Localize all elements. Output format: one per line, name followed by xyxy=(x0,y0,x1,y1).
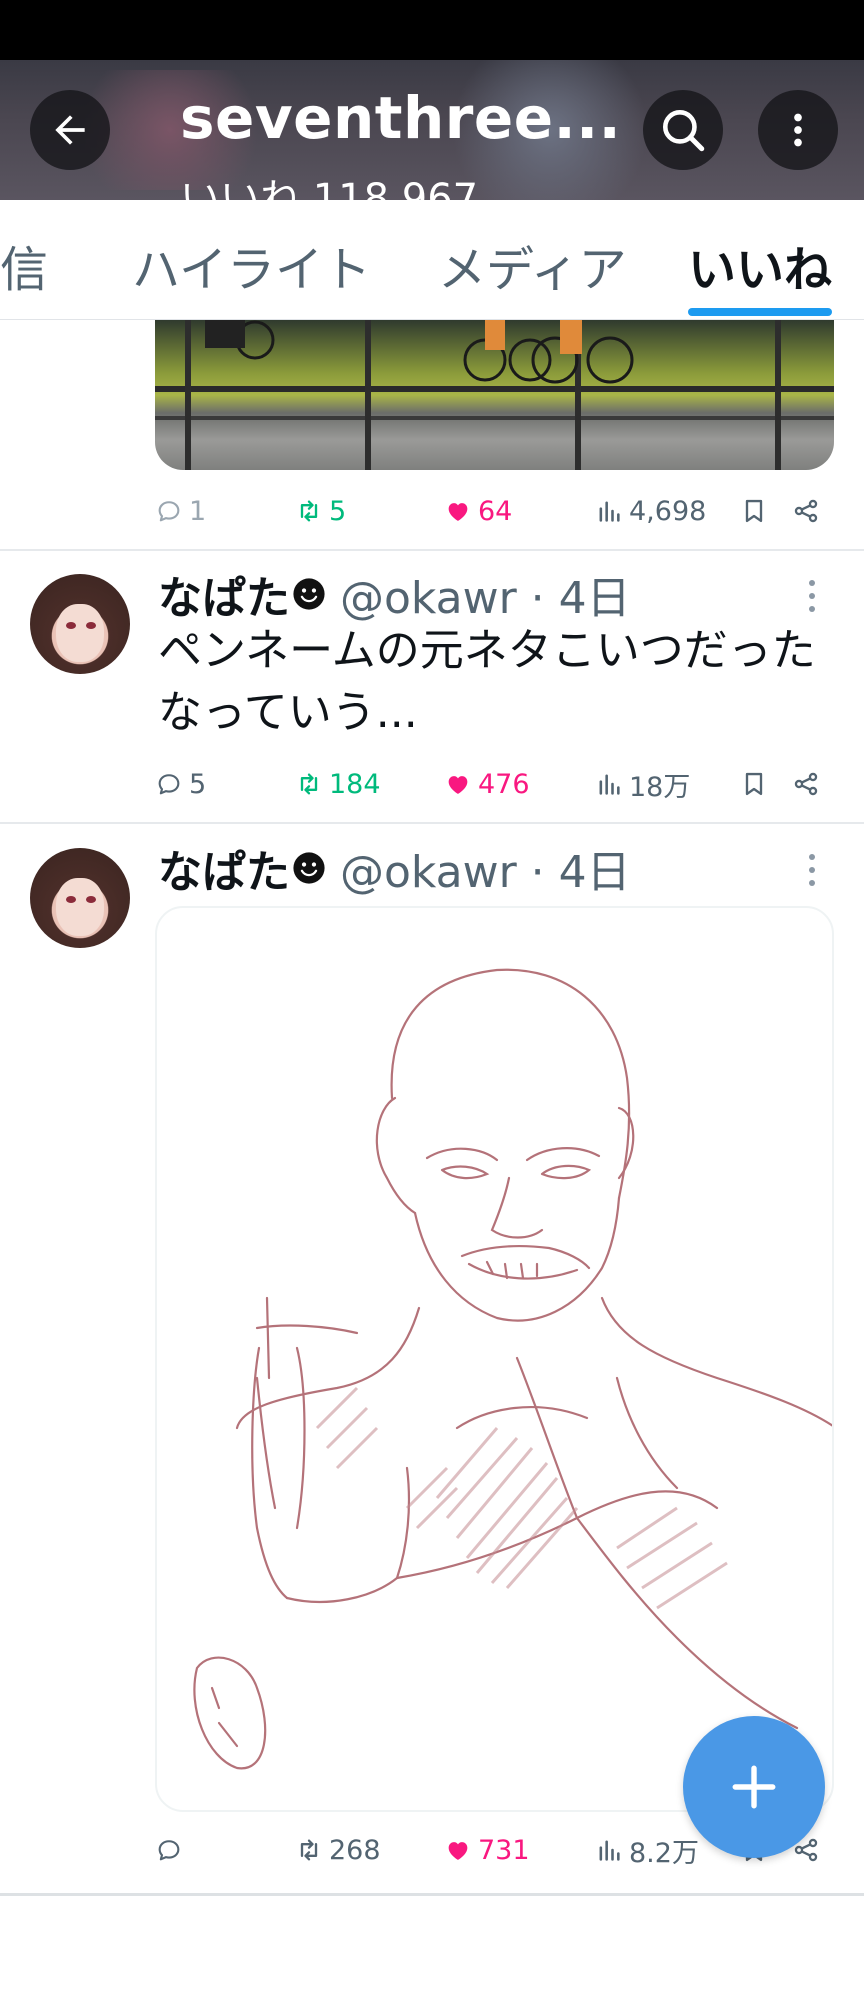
retweet-icon xyxy=(300,1839,318,1861)
share-icon xyxy=(794,772,818,796)
back-arrow-icon xyxy=(55,115,85,145)
views-count: 4,698 xyxy=(629,495,707,527)
search-button[interactable] xyxy=(643,90,723,170)
bookmark-button[interactable] xyxy=(740,491,768,531)
share-button[interactable] xyxy=(792,764,820,804)
tweet-text: ペンネームの元ネタこいつだったなっていう... xyxy=(158,625,816,738)
like-button[interactable]: 731 xyxy=(444,1830,530,1870)
avatar[interactable] xyxy=(30,574,130,674)
views-count: 18万 xyxy=(629,771,691,803)
tweet-actions: 5 184 476 18万 xyxy=(155,764,835,804)
reply-count: 1 xyxy=(189,495,207,527)
compose-button[interactable] xyxy=(683,1716,825,1858)
bookmark-icon xyxy=(745,499,763,523)
retweet-icon xyxy=(300,773,318,795)
views-icon xyxy=(599,501,620,522)
more-vertical-icon xyxy=(794,113,802,147)
heart-icon xyxy=(448,1842,468,1860)
like-button[interactable]: 64 xyxy=(444,491,512,531)
share-icon xyxy=(794,499,818,523)
tab-likes[interactable]: いいね xyxy=(688,230,832,300)
reply-icon xyxy=(158,501,180,522)
heart-icon xyxy=(448,503,468,521)
reply-icon xyxy=(158,774,180,795)
sketch-illustration xyxy=(193,968,832,1770)
more-button[interactable] xyxy=(758,90,838,170)
share-button[interactable] xyxy=(792,491,820,531)
avatar[interactable] xyxy=(30,848,130,948)
views-button[interactable]: 4,698 xyxy=(595,491,706,531)
reply-count: 5 xyxy=(189,768,207,800)
author-name[interactable]: なぱた xyxy=(158,836,290,900)
avatar-eye xyxy=(86,622,96,629)
smiley-emoji-icon xyxy=(293,852,325,884)
avatar-face xyxy=(56,604,104,662)
views-icon xyxy=(599,774,620,795)
reply-icon xyxy=(158,1840,180,1861)
views-count: 8.2万 xyxy=(629,1837,699,1869)
tweet-divider xyxy=(0,822,864,824)
retweet-count: 5 xyxy=(329,495,347,527)
tab-media[interactable]: メディア xyxy=(438,230,627,300)
views-button[interactable]: 18万 xyxy=(595,764,690,804)
tweet-divider xyxy=(0,549,864,551)
bookmark-button[interactable] xyxy=(740,764,768,804)
author-handle-time[interactable]: @okawr · 4日 xyxy=(340,562,631,626)
heart-icon xyxy=(448,776,468,794)
likes-count: いいね 118,967 xyxy=(180,176,479,200)
tweet-more-button[interactable] xyxy=(800,850,824,890)
tab-highlights[interactable]: ハイライト xyxy=(132,230,371,300)
status-bar xyxy=(0,0,864,60)
avatar-eye xyxy=(86,896,96,903)
profile-header: seventhree... いいね 118,967 xyxy=(0,60,864,200)
back-button[interactable] xyxy=(30,90,110,170)
reply-button[interactable]: 5 xyxy=(155,764,206,804)
profile-tabs: 信 ハイライト メディア いいね xyxy=(0,200,864,320)
author-handle-time[interactable]: @okawr · 4日 xyxy=(340,836,631,900)
tweet-header: なぱた @okawr · 4日 xyxy=(158,566,631,624)
views-icon xyxy=(599,1840,620,1861)
like-count: 731 xyxy=(478,1834,530,1866)
profile-name: seventhree... xyxy=(180,84,622,152)
compose-plus-icon xyxy=(732,1765,776,1809)
avatar-eye xyxy=(66,622,76,629)
retweet-button[interactable]: 5 xyxy=(295,491,346,531)
cyclists-illustration xyxy=(205,320,634,384)
avatar-face xyxy=(56,878,104,936)
retweet-button[interactable]: 184 xyxy=(295,764,381,804)
retweet-button[interactable]: 268 xyxy=(295,1830,381,1870)
tweet-actions: 1 5 64 4,698 xyxy=(155,491,835,531)
author-name[interactable]: なぱた xyxy=(158,562,290,626)
like-button[interactable]: 476 xyxy=(444,764,530,804)
retweet-count: 268 xyxy=(329,1834,381,1866)
tweet-media-image[interactable] xyxy=(155,320,834,470)
retweet-count: 184 xyxy=(329,768,381,800)
tab-replies[interactable]: 信 xyxy=(0,230,48,300)
like-count: 476 xyxy=(478,768,530,800)
reply-button[interactable] xyxy=(155,1830,189,1870)
like-count: 64 xyxy=(478,495,513,527)
tweet-media-image[interactable] xyxy=(155,906,834,1812)
views-button[interactable]: 8.2万 xyxy=(595,1830,699,1870)
search-icon xyxy=(663,110,705,152)
reply-button[interactable]: 1 xyxy=(155,491,206,531)
avatar-eye xyxy=(66,896,76,903)
tweet-more-button[interactable] xyxy=(800,576,824,616)
bookmark-icon xyxy=(745,772,763,796)
retweet-icon xyxy=(300,500,318,522)
tweet-divider xyxy=(0,1893,864,1896)
tweet-header: なぱた @okawr · 4日 xyxy=(158,840,631,898)
tab-active-indicator xyxy=(688,308,832,316)
smiley-emoji-icon xyxy=(293,578,325,610)
